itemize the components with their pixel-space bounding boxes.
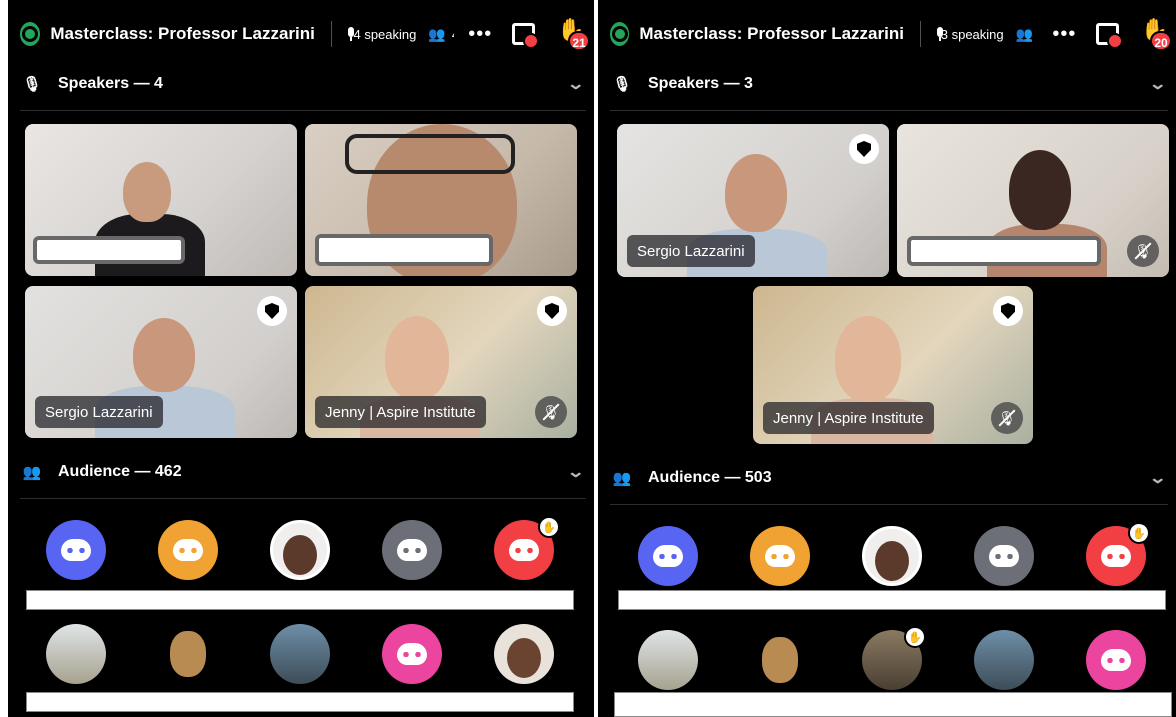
raised-hands-button[interactable]: ✋ 20: [1141, 17, 1172, 51]
speaker-tile[interactable]: [25, 124, 297, 276]
header-divider: [919, 21, 921, 47]
audience-icon: 👥: [22, 464, 42, 481]
speaker-tile[interactable]: [305, 124, 577, 276]
listeners-icon: 👥: [428, 25, 446, 42]
raised-hands-button[interactable]: ✋ 21: [557, 17, 590, 51]
speakers-section-header[interactable]: 🎙 Speakers — 3 ⌄: [598, 64, 1176, 104]
moderator-badge-icon: [257, 296, 287, 326]
chevron-down-icon[interactable]: ⌄: [566, 462, 585, 482]
audience-avatar[interactable]: [382, 520, 442, 580]
audience-avatar[interactable]: [158, 624, 218, 684]
chevron-down-icon[interactable]: ⌄: [1148, 74, 1167, 94]
speaker-tile[interactable]: Jenny | Aspire Institute 🎙: [305, 286, 577, 438]
raised-hands-badge: 20: [1150, 31, 1172, 51]
stage-window-right: Masterclass: Professor Lazzarini 3 speak…: [598, 0, 1176, 717]
screen-share-icon[interactable]: [1096, 23, 1123, 49]
muted-mic-icon: 🎙: [1127, 235, 1159, 267]
audience-avatar[interactable]: [638, 630, 698, 690]
stage-window-left: Masterclass: Professor Lazzarini 4 speak…: [8, 0, 594, 717]
stage-channel-icon: [20, 22, 41, 46]
speaking-count: 4 speaking: [353, 26, 417, 42]
audience-label: Audience — 503: [648, 469, 772, 486]
mic-icon: 🎙: [612, 76, 632, 93]
audience-section-header[interactable]: 👥 Audience — 503 ⌄: [598, 458, 1176, 498]
redacted-name: [907, 236, 1101, 266]
audience-avatar[interactable]: [638, 526, 698, 586]
speaker-tile[interactable]: Sergio Lazzarini: [25, 286, 297, 438]
chevron-down-icon[interactable]: ⌄: [566, 74, 585, 94]
audience-avatar[interactable]: [750, 630, 810, 690]
moderator-badge-icon: [849, 134, 879, 164]
divider: [610, 504, 1168, 505]
raised-hand-icon: ✋: [1128, 522, 1150, 544]
raised-hand-icon: ✋: [904, 626, 926, 648]
speakers-label: Speakers — 4: [58, 75, 163, 92]
moderator-badge-icon: [537, 296, 567, 326]
audience-avatar[interactable]: [270, 520, 330, 580]
speaker-name-tag: Sergio Lazzarini: [35, 396, 163, 428]
raised-hands-badge: 21: [568, 31, 590, 51]
mic-icon: [346, 27, 353, 41]
audience-avatar[interactable]: [750, 526, 810, 586]
audience-avatar[interactable]: [1086, 630, 1146, 690]
listener-count: 4(: [452, 27, 454, 42]
speakers-section-header[interactable]: 🎙 Speakers — 4 ⌄: [8, 64, 594, 104]
audience-label: Audience — 462: [58, 463, 182, 480]
divider: [20, 498, 586, 499]
speakers-label: Speakers — 3: [648, 75, 753, 92]
audience-avatar[interactable]: [270, 624, 330, 684]
speaker-tile[interactable]: 🎙: [897, 124, 1169, 277]
audience-avatar[interactable]: [158, 520, 218, 580]
stage-meta: 3 speaking 👥 5(: [935, 26, 1039, 43]
audience-avatar[interactable]: [46, 624, 106, 684]
stage-header: Masterclass: Professor Lazzarini 4 speak…: [8, 0, 594, 68]
more-options-button[interactable]: •••: [1052, 23, 1076, 46]
redacted-name: [33, 236, 185, 264]
redacted-name: [315, 234, 493, 266]
speaker-tile[interactable]: Jenny | Aspire Institute 🎙: [753, 286, 1033, 444]
stage-title: Masterclass: Professor Lazzarini: [50, 24, 315, 43]
audience-avatar[interactable]: [494, 624, 554, 684]
audience-avatar[interactable]: [974, 526, 1034, 586]
stage-meta: 4 speaking 👥 4(: [346, 25, 454, 43]
redacted-names: [614, 692, 1172, 717]
divider: [20, 110, 586, 111]
muted-mic-icon: 🎙: [991, 402, 1023, 434]
more-options-button[interactable]: •••: [468, 23, 492, 46]
mic-icon: 🎙: [22, 76, 42, 93]
header-divider: [330, 21, 332, 47]
audience-icon: 👥: [612, 470, 632, 487]
audience-avatar[interactable]: [46, 520, 106, 580]
divider: [610, 110, 1168, 111]
moderator-badge-icon: [993, 296, 1023, 326]
listeners-icon: 👥: [1015, 25, 1034, 42]
stage-channel-icon: [610, 22, 630, 46]
audience-avatar[interactable]: [974, 630, 1034, 690]
redacted-names: [26, 692, 574, 712]
speaking-count: 3 speaking: [940, 26, 1004, 42]
speaker-name-tag: Jenny | Aspire Institute: [763, 402, 934, 434]
redacted-names: [26, 590, 574, 610]
audience-avatar[interactable]: [862, 526, 922, 586]
audience-avatar[interactable]: [382, 624, 442, 684]
chevron-down-icon[interactable]: ⌄: [1148, 468, 1167, 488]
raised-hand-icon: ✋: [538, 516, 560, 538]
muted-mic-icon: 🎙: [535, 396, 567, 428]
speaker-name-tag: Sergio Lazzarini: [627, 235, 755, 267]
stage-header: Masterclass: Professor Lazzarini 3 speak…: [598, 0, 1176, 68]
speaker-tile[interactable]: Sergio Lazzarini: [617, 124, 889, 277]
speaker-name-tag: Jenny | Aspire Institute: [315, 396, 486, 428]
screen-share-icon[interactable]: [512, 23, 540, 49]
stage-title: Masterclass: Professor Lazzarini: [639, 24, 904, 43]
audience-section-header[interactable]: 👥 Audience — 462 ⌄: [8, 452, 594, 492]
redacted-names: [618, 590, 1166, 610]
